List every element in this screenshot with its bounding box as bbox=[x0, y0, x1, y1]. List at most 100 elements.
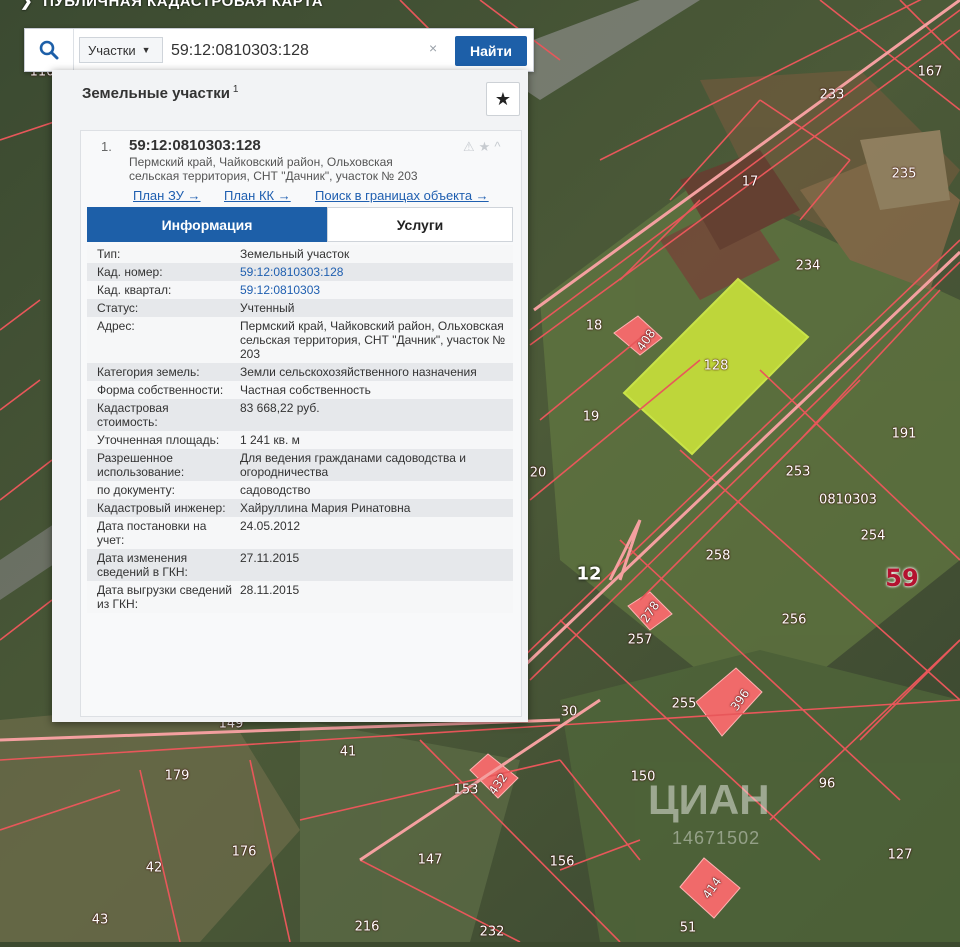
search-icon bbox=[39, 40, 59, 60]
chevron-up-icon[interactable]: ^ bbox=[494, 139, 504, 154]
parcel-label[interactable]: 96 bbox=[819, 777, 836, 792]
watermark-id: 14671502 bbox=[672, 828, 761, 848]
quarter-label: 0810303 bbox=[819, 492, 877, 508]
parcel-label[interactable]: 233 bbox=[820, 88, 845, 103]
info-row: Кадастровый инженер: Хайруллина Мария Рин… bbox=[87, 499, 513, 517]
info-key: Статус: bbox=[97, 301, 139, 315]
info-key: Уточненная площадь: bbox=[97, 433, 220, 447]
info-row: Форма собственности: Частная собственност… bbox=[87, 381, 513, 399]
parcel-label[interactable]: 43 bbox=[92, 913, 109, 928]
info-row: Кад. номер: 59:12:0810303:128 bbox=[87, 263, 513, 281]
result-address: Пермский край, Чайковский район, Ольховс… bbox=[129, 155, 418, 183]
parcel-label[interactable]: 255 bbox=[672, 697, 697, 712]
panel-title: Земельные участки 1 bbox=[82, 84, 238, 102]
info-row: Дата постановки на учет: 24.05.2012 bbox=[87, 517, 513, 549]
info-key: Адрес: bbox=[97, 319, 135, 333]
parcel-label[interactable]: 20 bbox=[530, 466, 547, 481]
panel-header: Земельные участки 1 ★ bbox=[52, 70, 528, 122]
parcel-label[interactable]: 153 bbox=[454, 783, 479, 798]
info-value: Земельный участок bbox=[240, 247, 350, 261]
info-value: 27.11.2015 bbox=[240, 551, 300, 565]
result-card: 1. 59:12:0810303:128 Пермский край, Чайк… bbox=[80, 130, 522, 717]
info-key: Дата выгрузки сведений из ГКН: bbox=[97, 583, 232, 611]
parcel-label[interactable]: 19 bbox=[583, 410, 600, 425]
info-value: Учтенный bbox=[240, 301, 295, 315]
result-count: 1 bbox=[232, 84, 239, 95]
info-row: Дата выгрузки сведений из ГКН: 28.11.2015 bbox=[87, 581, 513, 613]
search-type-dropdown[interactable]: Участки ▼ bbox=[79, 37, 163, 63]
info-value: Пермский край, Чайковский район, Ольховс… bbox=[240, 319, 506, 361]
panel-title-text: Земельные участки bbox=[82, 85, 230, 102]
tab-services[interactable]: Услуги bbox=[327, 207, 513, 242]
info-key: Категория земель: bbox=[97, 365, 200, 379]
info-value: Для ведения гражданами садоводства и ого… bbox=[240, 451, 466, 479]
parcel-label[interactable]: 253 bbox=[786, 465, 811, 480]
info-value: Земли сельскохозяйственного назначения bbox=[240, 365, 477, 379]
star-outline-icon[interactable]: ★ bbox=[479, 139, 495, 154]
info-key: Кадастровая стоимость: bbox=[97, 401, 169, 429]
parcel-label[interactable]: 232 bbox=[480, 925, 505, 940]
parcel-label[interactable]: 18 bbox=[586, 319, 603, 334]
parcel-label[interactable]: 234 bbox=[796, 259, 821, 274]
info-value: Частная собственность bbox=[240, 383, 371, 397]
cad-quarter-link[interactable]: 59:12:0810303 bbox=[232, 281, 513, 299]
map-title: ПУБЛИЧНАЯ КАДАСТРОВАЯ КАРТА bbox=[20, 0, 323, 10]
parcel-label[interactable]: 30 bbox=[561, 705, 578, 720]
search-bar: Участки ▼ × Найти bbox=[24, 28, 534, 72]
watermark-logo: ЦИАН bbox=[648, 776, 770, 823]
info-row: Адрес: Пермский край, Чайковский район, О… bbox=[87, 317, 513, 363]
warning-icon[interactable]: ⚠ bbox=[463, 139, 479, 154]
info-key: по документу: bbox=[97, 483, 175, 497]
info-value: 28.11.2015 bbox=[240, 583, 300, 597]
block-label: 12 bbox=[576, 563, 602, 585]
search-in-bounds-link[interactable]: Поиск в границах объекта → bbox=[315, 188, 489, 203]
parcel-label[interactable]: 235 bbox=[892, 167, 917, 182]
result-actions: ⚠★^ bbox=[463, 139, 504, 155]
parcel-label[interactable]: 191 bbox=[892, 427, 917, 442]
plan-zu-link[interactable]: План ЗУ → bbox=[133, 188, 201, 203]
result-cad-number[interactable]: 59:12:0810303:128 bbox=[129, 137, 261, 154]
info-key: Кад. номер: bbox=[97, 265, 163, 279]
info-key: Кад. квартал: bbox=[97, 283, 172, 297]
parcel-label[interactable]: 216 bbox=[355, 920, 380, 935]
parcel-label[interactable]: 17 bbox=[742, 175, 759, 190]
chevron-down-icon: ▼ bbox=[141, 45, 151, 55]
parcel-label[interactable]: 179 bbox=[165, 769, 190, 784]
search-button[interactable] bbox=[25, 29, 74, 71]
info-key: Дата изменения сведений в ГКН: bbox=[97, 551, 188, 579]
cad-number-link[interactable]: 59:12:0810303:128 bbox=[232, 263, 513, 281]
parcel-label[interactable]: 257 bbox=[628, 633, 653, 648]
plan-kk-link[interactable]: План КК → bbox=[224, 188, 291, 203]
parcel-label[interactable]: 42 bbox=[146, 861, 163, 876]
info-key: Разрешенное использование: bbox=[97, 451, 185, 479]
info-value: Хайруллина Мария Ринатовна bbox=[240, 501, 411, 515]
info-value: 83 668,22 руб. bbox=[240, 401, 320, 415]
info-key: Тип: bbox=[97, 247, 121, 261]
result-index: 1. bbox=[101, 139, 112, 154]
parcel-label[interactable]: 51 bbox=[680, 921, 697, 936]
favorite-button[interactable]: ★ bbox=[486, 82, 520, 116]
info-row: Статус: Учтенный bbox=[87, 299, 513, 317]
info-row: Дата изменения сведений в ГКН: 27.11.2015 bbox=[87, 549, 513, 581]
parcel-label[interactable]: 254 bbox=[861, 529, 886, 544]
info-row: Кадастровая стоимость: 83 668,22 руб. bbox=[87, 399, 513, 431]
info-row: Тип: Земельный участок bbox=[87, 245, 513, 263]
find-button[interactable]: Найти bbox=[455, 36, 527, 66]
info-value: 24.05.2012 bbox=[240, 519, 301, 533]
parcel-label[interactable]: 127 bbox=[888, 848, 913, 863]
info-row: по документу: садоводство bbox=[87, 481, 513, 499]
selected-parcel-label[interactable]: 128 bbox=[704, 359, 729, 374]
parcel-label[interactable]: 41 bbox=[340, 745, 357, 760]
info-table: Тип: Земельный участок Кад. номер: 59:12:0… bbox=[87, 245, 513, 613]
parcel-label[interactable]: 147 bbox=[418, 853, 443, 868]
parcel-label[interactable]: 176 bbox=[232, 845, 257, 860]
search-input[interactable] bbox=[169, 37, 445, 65]
parcel-label[interactable]: 256 bbox=[782, 613, 807, 628]
clear-icon[interactable]: × bbox=[429, 40, 437, 56]
parcel-label[interactable]: 258 bbox=[706, 549, 731, 564]
tab-information[interactable]: Информация bbox=[87, 207, 327, 242]
parcel-label[interactable]: 156 bbox=[550, 855, 575, 870]
parcel-label[interactable]: 167 bbox=[918, 65, 943, 80]
info-key: Форма собственности: bbox=[97, 383, 224, 397]
info-value: садоводство bbox=[240, 483, 311, 497]
